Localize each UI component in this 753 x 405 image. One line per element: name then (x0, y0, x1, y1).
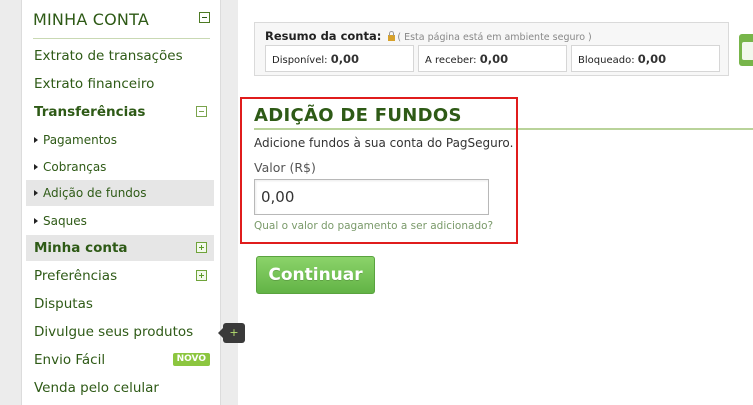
balance-receivable: A receber: 0,00 (418, 45, 567, 72)
sidebar-item-label: Transferências (34, 104, 146, 120)
account-summary: Resumo da conta: ( Esta página está em a… (254, 22, 729, 76)
sidebar-item-label: Divulgue seus produtos (34, 324, 194, 340)
arrow-right-icon (34, 218, 38, 224)
sidebar-item-minha-conta[interactable]: Minha conta (26, 235, 214, 261)
highlight-box (240, 97, 518, 244)
sidebar-item-label: Extrato de transações (34, 48, 183, 64)
balance-available: Disponível: 0,00 (265, 45, 414, 72)
sidebar-item-saques[interactable]: Saques (26, 208, 214, 234)
balance-value: 0,00 (330, 52, 360, 66)
sidebar-item-cobrancas[interactable]: Cobranças (26, 154, 214, 180)
sidebar-menu: MINHA CONTA Extrato de transações Extrat… (21, 0, 221, 405)
balance-label: A receber: (425, 55, 477, 66)
balance-blocked: Bloqueado: 0,00 (571, 45, 720, 72)
lock-icon (388, 31, 396, 41)
sidebar-item-label: Cobranças (43, 160, 107, 174)
sidebar-item-extrato-transacoes[interactable]: Extrato de transações (26, 43, 214, 69)
summary-title: Resumo da conta: (265, 29, 382, 43)
sidebar-item-label: Venda pelo celular (34, 380, 159, 396)
balance-label: Disponível: (272, 55, 328, 66)
arrow-right-icon (34, 190, 38, 196)
expand-icon[interactable] (196, 270, 207, 281)
sidebar-item-label: Adição de fundos (43, 186, 147, 200)
sidebar-toggle-tooltip[interactable]: + (218, 323, 245, 343)
sidebar-item-pagamentos[interactable]: Pagamentos (26, 127, 214, 153)
sidebar-item-label: Disputas (34, 296, 93, 312)
sidebar-item-label: Minha conta (34, 240, 128, 256)
continue-button[interactable]: Continuar (256, 256, 375, 294)
sidebar-item-preferencias[interactable]: Preferências (26, 263, 214, 289)
arrow-right-icon (34, 137, 38, 143)
sidebar-item-label: Envio Fácil (34, 352, 106, 368)
side-action-button[interactable] (739, 34, 753, 66)
sidebar-item-label: Extrato financeiro (34, 76, 155, 92)
sidebar-item-envio-facil[interactable]: Envio Fácil NOVO (26, 347, 214, 373)
sidebar-item-transferencias[interactable]: Transferências (26, 99, 214, 125)
sidebar-item-label: Preferências (34, 268, 118, 284)
balance-value: 0,00 (479, 52, 509, 66)
new-badge: NOVO (172, 353, 210, 366)
expand-icon[interactable] (196, 242, 207, 253)
balance-label: Bloqueado: (578, 55, 635, 66)
sidebar-item-venda-celular[interactable]: Venda pelo celular (26, 375, 214, 401)
sidebar-item-adicao-fundos[interactable]: Adição de fundos (26, 180, 214, 206)
balance-value: 0,00 (637, 52, 667, 66)
secure-note: ( Esta página está em ambiente seguro ) (397, 32, 592, 43)
sidebar-item-label: Saques (43, 214, 87, 228)
sidebar-item-label: Pagamentos (43, 133, 117, 147)
arrow-right-icon (34, 164, 38, 170)
sidebar-item-disputas[interactable]: Disputas (26, 291, 214, 317)
sidebar-header: MINHA CONTA (33, 8, 210, 39)
sidebar-item-divulgue-produtos[interactable]: Divulgue seus produtos (26, 319, 214, 345)
collapse-icon[interactable] (196, 106, 207, 117)
sidebar-title: MINHA CONTA (33, 10, 149, 29)
sidebar-item-extrato-financeiro[interactable]: Extrato financeiro (26, 71, 214, 97)
collapse-icon[interactable] (199, 12, 210, 23)
